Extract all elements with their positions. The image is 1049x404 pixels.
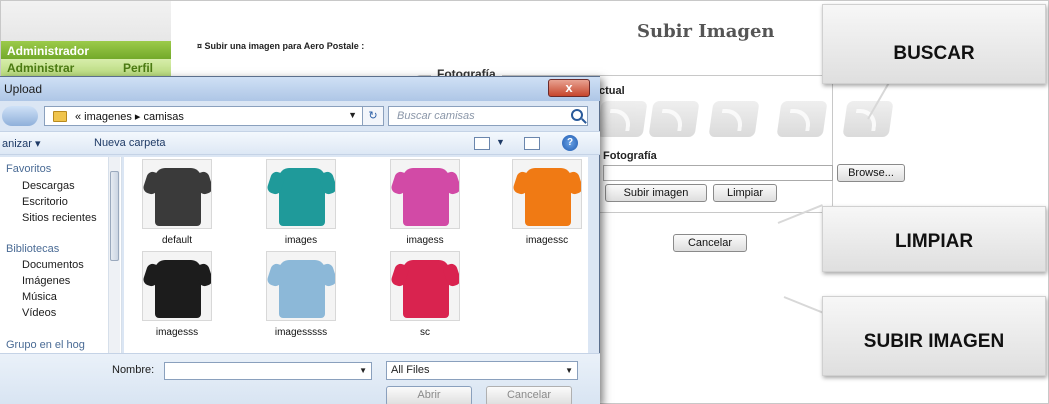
clear-button[interactable]: Limpiar <box>713 184 777 202</box>
browse-button[interactable]: Browse... <box>837 164 905 182</box>
file-thumbnail <box>142 251 212 321</box>
open-button[interactable]: Abrir <box>386 386 472 404</box>
file-item[interactable]: default <box>124 157 236 253</box>
address-row: « imagenes ▸ camisas ▼ ↻ Buscar camisas <box>0 103 600 129</box>
shirt-image <box>155 168 201 226</box>
file-thumbnail <box>266 159 336 229</box>
file-thumbnail <box>142 159 212 229</box>
file-thumbnail <box>390 251 460 321</box>
new-folder-button[interactable]: Nueva carpeta <box>94 137 166 149</box>
preview-pane-icon[interactable] <box>524 137 540 150</box>
callout-clear: LIMPIAR <box>822 206 1046 272</box>
profile-link[interactable]: Perfil <box>123 61 153 75</box>
shirt-image <box>279 260 325 318</box>
search-icon[interactable] <box>571 109 583 121</box>
filetype-value: All Files <box>391 364 430 376</box>
nav-item[interactable]: Descargas <box>22 180 75 192</box>
file-thumbnail <box>266 251 336 321</box>
page-subtitle: ¤ Subir una imagen para Aero Postale : <box>197 41 365 51</box>
file-item[interactable]: sc <box>372 249 484 345</box>
file-item[interactable]: imagess <box>372 157 484 253</box>
address-bar[interactable]: « imagenes ▸ camisas ▼ <box>44 106 364 126</box>
shirt-image <box>525 168 571 226</box>
dialog-title: Upload <box>4 82 43 96</box>
chevron-down-icon[interactable]: ▼ <box>565 366 573 375</box>
dialog-titlebar[interactable]: Upload x <box>0 77 600 101</box>
file-name: imagesssss <box>274 327 328 338</box>
search-placeholder: Buscar camisas <box>397 110 475 122</box>
current-image-label: ctual <box>599 85 625 97</box>
upload-dialog: Upload x « imagenes ▸ camisas ▼ ↻ Buscar… <box>0 76 600 404</box>
nav-item[interactable]: Escritorio <box>22 196 68 208</box>
refresh-icon[interactable]: ↻ <box>362 106 384 126</box>
cancel-button[interactable]: Cancelar <box>673 234 747 252</box>
scrollbar-thumb[interactable] <box>110 171 119 261</box>
back-forward-buttons[interactable] <box>2 106 38 126</box>
chevron-down-icon[interactable]: ▼ <box>348 110 357 120</box>
filename-input[interactable]: ▼ <box>164 362 372 380</box>
file-name: imagessc <box>525 235 569 246</box>
file-path-field[interactable] <box>603 165 833 181</box>
help-icon[interactable]: ? <box>562 135 578 151</box>
file-thumbnail <box>512 159 582 229</box>
filename-label: Nombre: <box>112 364 155 376</box>
current-image-preview <box>596 101 899 141</box>
filetype-select[interactable]: All Files ▼ <box>386 361 578 380</box>
shirt-image <box>403 260 449 318</box>
shirt-image <box>155 260 201 318</box>
file-name: default <box>161 235 193 246</box>
upload-image-button[interactable]: Subir imagen <box>605 184 707 202</box>
file-item[interactable]: imagesss <box>124 249 236 345</box>
dialog-cancel-button[interactable]: Cancelar <box>486 386 572 404</box>
nav-item[interactable]: Favoritos <box>6 163 51 175</box>
dialog-footer: Nombre: ▼ All Files ▼ Abrir Cancelar <box>0 353 600 404</box>
callout-search: BUSCAR <box>822 4 1046 84</box>
nav-item[interactable]: Sitios recientes <box>22 212 97 224</box>
photo-label: Fotografía <box>603 150 657 162</box>
rss-icon <box>776 101 828 137</box>
file-list: default images imagess imagessc imagesss imag… <box>124 157 588 353</box>
navigation-pane: Favoritos Descargas Escritorio Sitios recie… <box>0 157 122 353</box>
rss-icon <box>596 101 648 137</box>
file-name: sc <box>420 327 430 338</box>
view-options-icon[interactable] <box>474 137 490 150</box>
chevron-down-icon[interactable]: ▼ <box>359 366 367 375</box>
dialog-toolbar: anizar ▾ Nueva carpeta ▼ ? <box>0 131 600 155</box>
shirt-image <box>279 168 325 226</box>
nav-item[interactable]: Imágenes <box>22 275 70 287</box>
file-item[interactable]: imagesssss <box>248 249 360 345</box>
nav-item[interactable]: Bibliotecas <box>6 243 59 255</box>
file-item[interactable]: imagessc <box>494 157 606 253</box>
close-icon[interactable]: x <box>548 79 590 97</box>
nav-scrollbar[interactable] <box>108 157 120 353</box>
admin-nav: Administrar Perfil <box>1 59 171 77</box>
page-title: Subir Imagen <box>637 21 775 42</box>
admin-title: Administrador <box>1 41 171 61</box>
admin-link[interactable]: Administrar <box>7 61 74 75</box>
file-item[interactable]: images <box>248 157 360 253</box>
chevron-down-icon[interactable]: ▼ <box>496 137 505 147</box>
nav-item[interactable]: Documentos <box>22 259 84 271</box>
file-name: imagesss <box>155 327 199 338</box>
rss-icon <box>648 101 700 137</box>
file-name: imagess <box>406 235 444 246</box>
shirt-image <box>403 168 449 226</box>
nav-item[interactable]: Música <box>22 291 57 303</box>
file-name: images <box>284 235 318 246</box>
organize-menu[interactable]: anizar ▾ <box>2 137 41 150</box>
nav-item[interactable]: Grupo en el hog <box>6 339 85 351</box>
file-thumbnail <box>390 159 460 229</box>
rss-icon <box>708 101 760 137</box>
callout-upload: SUBIR IMAGEN <box>822 296 1046 376</box>
breadcrumb[interactable]: « imagenes ▸ camisas <box>75 110 184 123</box>
search-input[interactable]: Buscar camisas <box>388 106 588 126</box>
folder-icon <box>53 111 67 122</box>
nav-item[interactable]: Vídeos <box>22 307 56 319</box>
